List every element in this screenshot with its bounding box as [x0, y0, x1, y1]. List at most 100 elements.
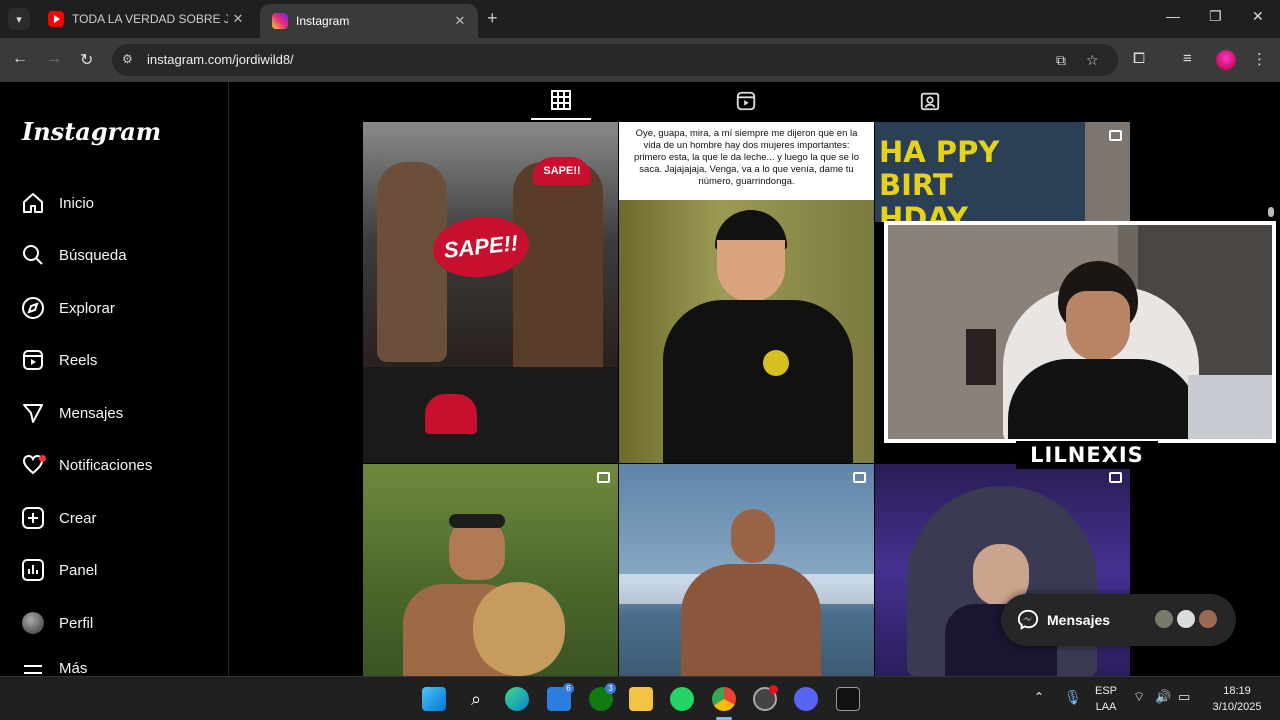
nav-item-notificaciones[interactable]: Notificaciones	[20, 450, 152, 480]
wifi-icon[interactable]: ⌔	[1133, 689, 1145, 705]
tab-posts[interactable]	[531, 82, 591, 120]
birthday-balloons: HA PPY BIRT HDAY	[879, 135, 1000, 223]
store-icon[interactable]: 6	[547, 683, 574, 711]
battery-icon[interactable]: ▭	[1178, 689, 1190, 705]
carousel-icon	[1109, 472, 1122, 483]
dog	[473, 582, 565, 676]
nav-item-panel[interactable]: Panel	[20, 555, 97, 585]
compass-icon	[20, 295, 46, 321]
back-button[interactable]: ←	[12, 50, 28, 68]
tab-youtube[interactable]: TODA LA VERDAD SOBRE JEFFREY ✕	[36, 0, 256, 38]
nav-label: Búsqueda	[59, 246, 127, 264]
post-tile-3[interactable]: HA PPY BIRT HDAY	[875, 122, 1130, 222]
page-scrollbar[interactable]	[1268, 207, 1274, 217]
nav-label: Panel	[59, 561, 98, 579]
face	[1066, 291, 1130, 361]
post-tile-5[interactable]	[619, 464, 874, 676]
discord-icon[interactable]	[794, 687, 818, 711]
carousel-icon	[597, 472, 610, 483]
avatar	[22, 612, 44, 634]
profile-avatar[interactable]	[1216, 50, 1236, 70]
tab-reels[interactable]	[716, 82, 776, 120]
instagram-sidebar: Instagram Inicio Búsqueda Explorar Reels…	[0, 82, 229, 676]
address-bar[interactable]: ⚙ instagram.com/jordiwild8/ ⧉ ☆	[112, 44, 1118, 76]
clock-time[interactable]: 18:19	[1206, 685, 1268, 697]
tab-search-button[interactable]: ▾	[8, 8, 30, 30]
plus-square-icon	[20, 505, 46, 531]
reels-icon	[736, 91, 756, 111]
url-text[interactable]: instagram.com/jordiwild8/	[147, 52, 294, 67]
search-icon[interactable]: ⌕	[464, 687, 488, 711]
nav-item-crear[interactable]: Crear	[20, 503, 97, 533]
hoodie-logo	[763, 350, 789, 376]
messages-label: Mensajes	[1047, 612, 1111, 628]
clock-date[interactable]: 3/10/2025	[1206, 701, 1268, 713]
install-app-icon[interactable]: ⧉	[1056, 52, 1066, 69]
close-window-button[interactable]: ✕	[1252, 8, 1264, 25]
maximize-button[interactable]: ❐	[1209, 8, 1222, 25]
volume-icon[interactable]: 🔊	[1155, 689, 1171, 705]
nav-label: Explorar	[59, 299, 115, 317]
nav-item-mas[interactable]: Más	[20, 660, 87, 676]
face	[731, 509, 775, 563]
windows-start-icon[interactable]	[422, 687, 446, 711]
grid-icon	[551, 90, 571, 110]
instagram-logo[interactable]: Instagram	[22, 117, 161, 146]
obs-icon[interactable]	[753, 685, 778, 711]
post-tile-1[interactable]: SAPE!! SAPE!!	[363, 122, 618, 463]
tab-tagged[interactable]	[900, 82, 960, 120]
whatsapp-icon[interactable]	[670, 687, 694, 711]
reload-button[interactable]: ↻	[80, 50, 93, 70]
hoodie	[663, 300, 853, 463]
nav-item-busqueda[interactable]: Búsqueda	[20, 240, 127, 270]
nav-item-reels[interactable]: Reels	[20, 345, 97, 375]
tab-instagram[interactable]: Instagram ✕	[260, 4, 478, 38]
bed	[1188, 375, 1272, 439]
tab-title: TODA LA VERDAD SOBRE JEFFREY	[72, 12, 228, 26]
tagged-icon	[920, 92, 940, 111]
site-info-icon[interactable]: ⚙	[122, 52, 133, 66]
lang-bottom[interactable]: LAA	[1094, 701, 1118, 713]
lang-top[interactable]: ESP	[1094, 685, 1118, 697]
windows-taskbar: ⌕ 6 3 ⌃ 🎙 ESP LAA ⌔ 🔊 ▭ 18:19 3/10/2025	[0, 676, 1280, 720]
file-explorer-icon[interactable]	[629, 687, 653, 711]
minimize-button[interactable]: —	[1166, 8, 1180, 24]
browser-tab-bar: ▾ TODA LA VERDAD SOBRE JEFFREY ✕ Instagr…	[0, 0, 1280, 38]
picture-frame	[966, 329, 996, 385]
forward-button[interactable]: →	[46, 50, 62, 68]
extensions-icon[interactable]: ⧠	[1133, 50, 1145, 67]
menu-kebab-icon[interactable]: ⋮	[1252, 50, 1267, 68]
nav-item-perfil[interactable]: Perfil	[20, 608, 93, 638]
profile-tabs	[363, 82, 1130, 122]
messages-pill[interactable]: Mensajes	[1001, 594, 1236, 646]
avatar	[1197, 608, 1219, 630]
media-control-icon[interactable]: ≡	[1183, 50, 1192, 67]
xbox-icon[interactable]: 3	[589, 683, 616, 711]
new-tab-button[interactable]: +	[487, 8, 498, 29]
recording-dot	[769, 685, 778, 694]
chrome-icon[interactable]	[712, 687, 736, 711]
carousel-icon	[1109, 130, 1122, 141]
cap-on-desk	[425, 394, 477, 434]
nav-label: Más	[59, 660, 88, 676]
post-tile-2[interactable]: Oye, guapa, mira, a mí siempre me dijero…	[619, 122, 874, 463]
microphone-icon[interactable]: 🎙	[1064, 689, 1082, 706]
edge-icon[interactable]	[505, 687, 529, 711]
messenger-icon	[1017, 609, 1039, 630]
bookmark-star-icon[interactable]: ☆	[1086, 52, 1099, 69]
nav-label: Notificaciones	[59, 456, 153, 474]
chevron-down-icon: ▾	[16, 13, 22, 26]
nav-item-mensajes[interactable]: Mensajes	[20, 398, 123, 428]
nav-item-explorar[interactable]: Explorar	[20, 293, 115, 323]
avatar	[1175, 608, 1197, 630]
close-tab-icon[interactable]: ✕	[450, 13, 470, 29]
browser-toolbar: ← → ↻ ⚙ instagram.com/jordiwild8/ ⧉ ☆ ⧠ …	[0, 38, 1280, 82]
chevron-up-icon[interactable]: ⌃	[1034, 690, 1044, 704]
nav-item-inicio[interactable]: Inicio	[20, 188, 94, 218]
shirt	[1008, 359, 1198, 439]
headband	[449, 514, 505, 528]
gta-icon[interactable]	[836, 687, 860, 711]
close-tab-icon[interactable]: ✕	[228, 11, 248, 27]
post-tile-4[interactable]	[363, 464, 618, 676]
notification-dot	[39, 455, 46, 462]
